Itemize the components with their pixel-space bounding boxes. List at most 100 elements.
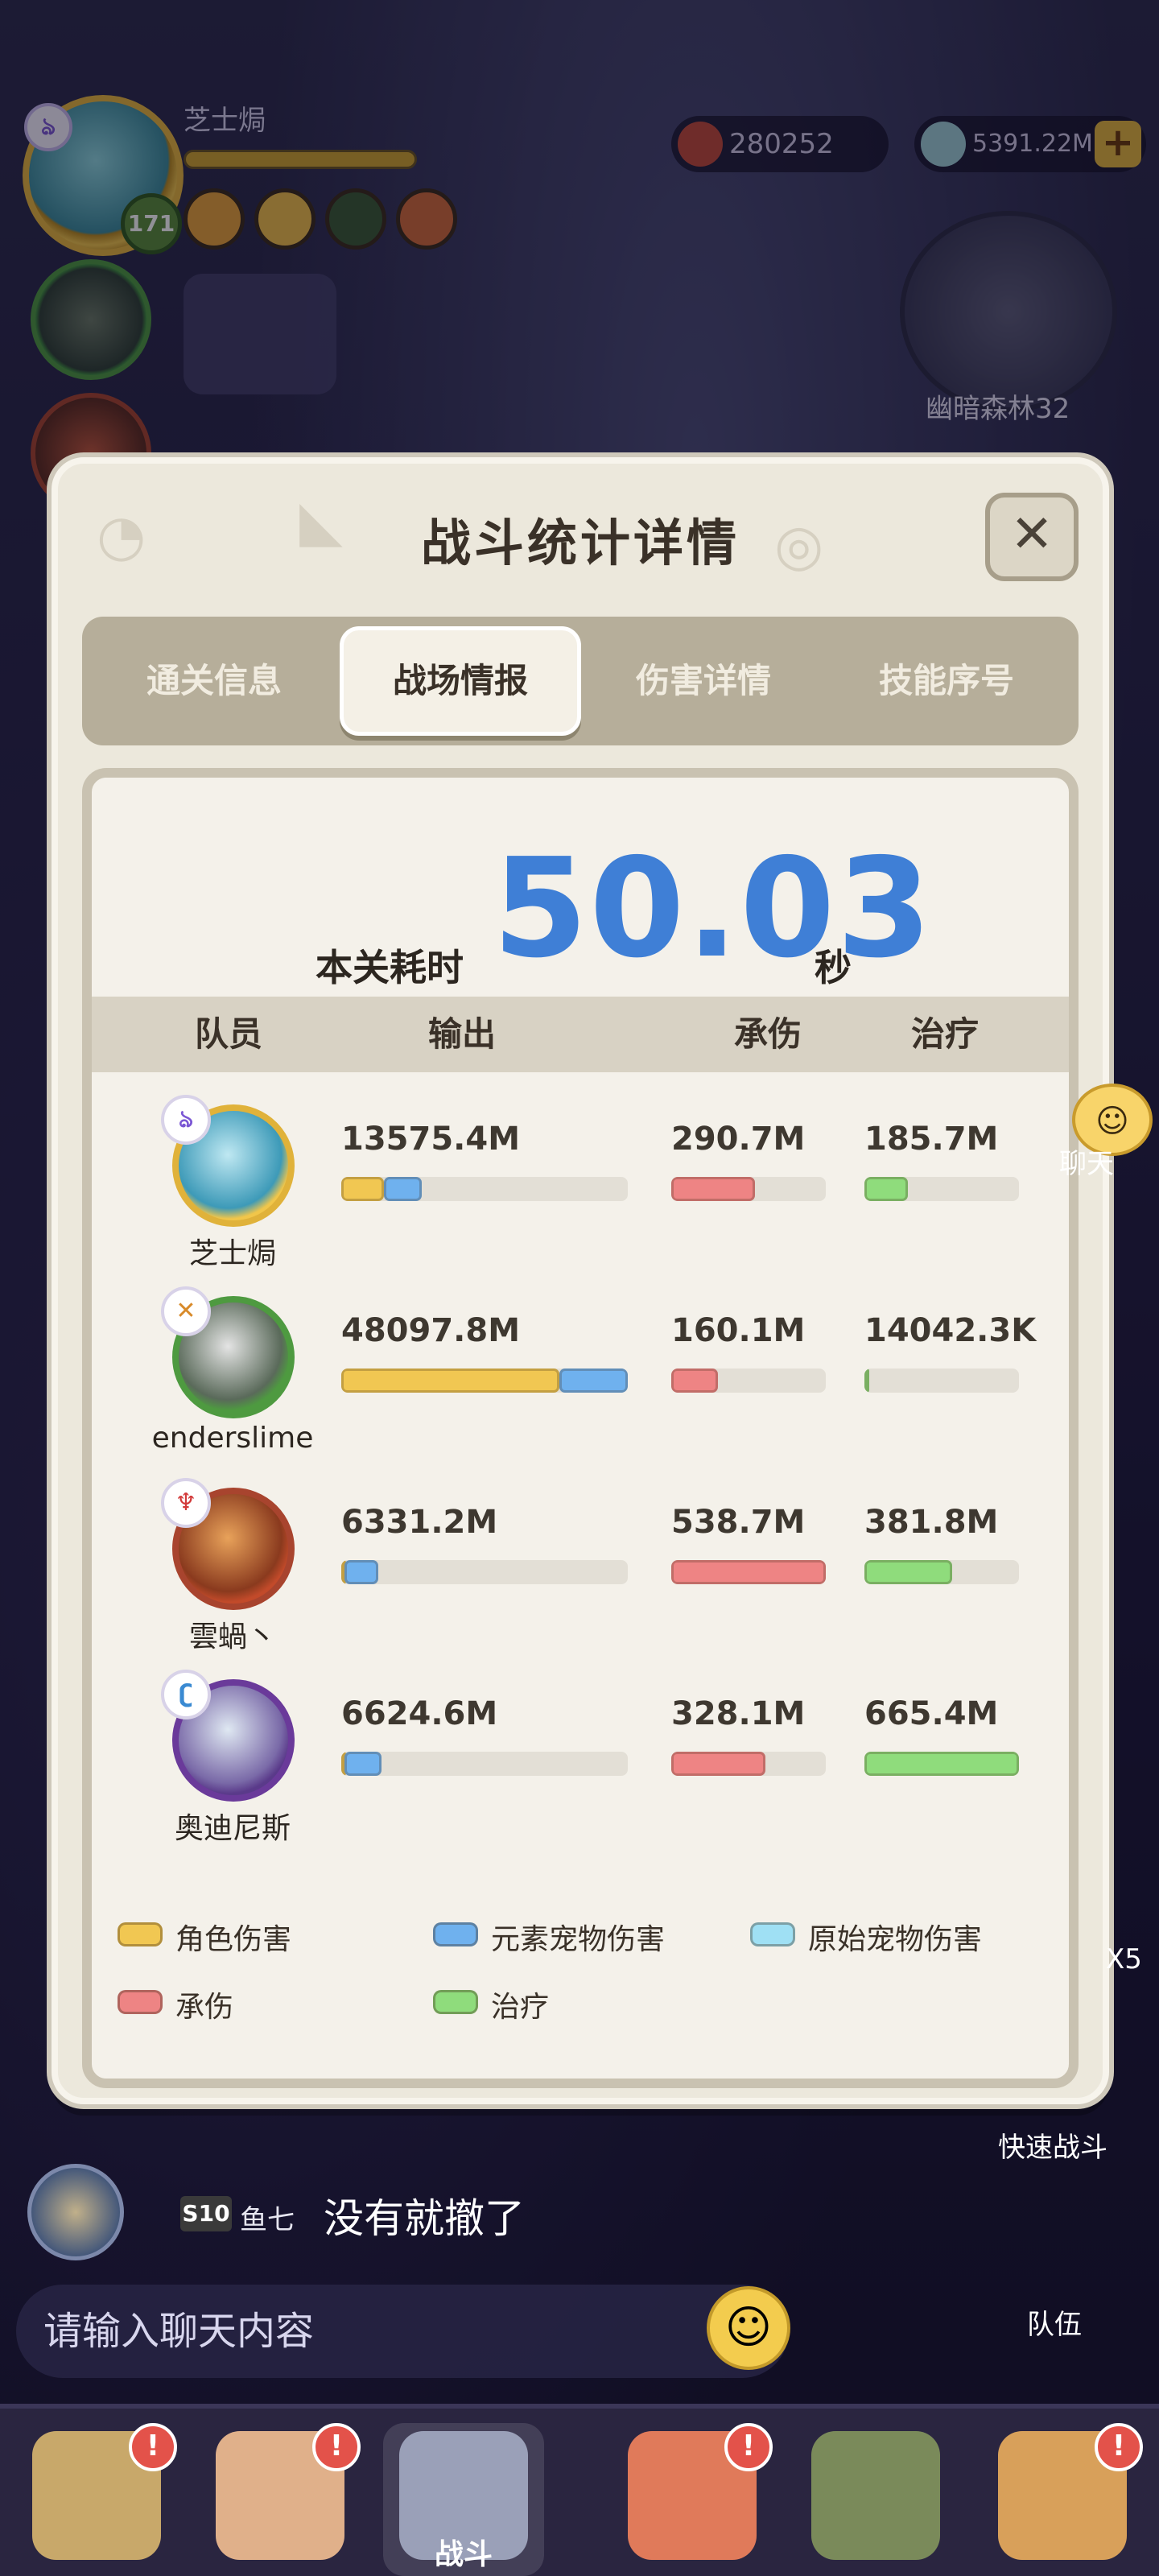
- chat-user-name: 鱼七: [240, 2204, 295, 2236]
- quick-battle-label[interactable]: 快速战斗: [998, 2125, 1107, 2165]
- member-name: 芝士焗: [188, 1237, 276, 1270]
- legend-swatch-role: [118, 1922, 163, 1946]
- earth-element-icon: ✕: [161, 1286, 211, 1336]
- emoji-button[interactable]: ☺: [707, 2286, 790, 2370]
- legend-swatch-heal: [433, 1990, 478, 2014]
- member-name: 雲蝸丶: [188, 1620, 276, 1653]
- column-member: 队员: [194, 1014, 262, 1054]
- nav-pet[interactable]: !: [612, 2423, 773, 2576]
- bottom-nav: ! ! 战斗 ! !: [0, 2404, 1159, 2576]
- healing-fill: [864, 1752, 1019, 1776]
- output-bar: [341, 1752, 628, 1776]
- notification-badge: !: [1095, 2423, 1143, 2471]
- damage-taken-bar: [671, 1368, 826, 1393]
- member-row: ♆ 雲蝸丶 6331.2M 538.7M 381.8M: [92, 1475, 1069, 1666]
- legend-label-element-pet: 元素宠物伤害: [491, 1923, 666, 1956]
- damage-taken-fill: [671, 1177, 755, 1201]
- element-pet-damage-fill: [384, 1177, 422, 1201]
- damage-taken-fill: [671, 1368, 718, 1393]
- member-row: ✕ enderslime 48097.8M 160.1M 14042.3K: [92, 1283, 1069, 1475]
- wind-element-icon: ঌ: [161, 1095, 211, 1145]
- smiley-icon: ☺: [724, 2301, 773, 2354]
- nav-totem[interactable]: !: [982, 2423, 1143, 2576]
- chat-user-rank: S10: [180, 2196, 232, 2231]
- tab-bar: 通关信息 战场情报 伤害详情 技能序号: [82, 617, 1079, 745]
- team-label[interactable]: 队伍: [1027, 2302, 1082, 2342]
- chat-user-avatar[interactable]: [27, 2164, 124, 2260]
- column-output: 输出: [427, 1014, 496, 1054]
- time-unit: 秒: [815, 946, 852, 989]
- nav-battle-label: 战斗: [434, 2538, 493, 2571]
- nav-camp[interactable]: [795, 2423, 956, 2576]
- element-pet-damage-fill: [344, 1752, 382, 1776]
- healing-value: 185.7M: [864, 1121, 999, 1158]
- modal-header: ◔ ◣ ◎ 战斗统计详情 ✕: [58, 464, 1103, 617]
- time-value: 50.03: [493, 829, 934, 989]
- role-damage-fill: [341, 1177, 385, 1201]
- damage-taken-bar: [671, 1560, 826, 1584]
- legend-swatch-element-pet: [433, 1922, 478, 1946]
- tab-clear-info[interactable]: 通关信息: [93, 626, 335, 736]
- output-value: 13575.4M: [341, 1121, 520, 1158]
- output-value: 6624.6M: [341, 1695, 498, 1732]
- legend-label-original-pet: 原始宠物伤害: [808, 1923, 983, 1956]
- modal-title: 战斗统计详情: [420, 514, 740, 572]
- healing-fill: [864, 1177, 908, 1201]
- battle-stats-modal: ◔ ◣ ◎ 战斗统计详情 ✕ 通关信息 战场情报 伤害详情 技能序号 本关耗时 …: [52, 457, 1109, 2104]
- healing-value: 381.8M: [864, 1504, 999, 1541]
- element-pet-damage-fill: [559, 1368, 628, 1393]
- healing-value: 14042.3K: [864, 1312, 1037, 1349]
- nav-tribe[interactable]: !: [16, 2423, 177, 2576]
- healing-bar: [864, 1560, 1019, 1584]
- legend-label-heal: 治疗: [491, 1991, 550, 2024]
- damage-taken-fill: [671, 1560, 826, 1584]
- water-element-icon: ʗ: [161, 1670, 211, 1719]
- role-damage-fill: [341, 1368, 559, 1393]
- output-value: 6331.2M: [341, 1504, 498, 1541]
- stats-panel: 本关耗时 50.03 秒 队员 输出 承伤 治疗 ঌ 芝士焗 13575.4M …: [82, 768, 1079, 2088]
- healing-bar: [864, 1368, 1019, 1393]
- member-row: ঌ 芝士焗 13575.4M 290.7M 185.7M: [92, 1092, 1069, 1283]
- output-value: 48097.8M: [341, 1312, 520, 1349]
- damage-taken-value: 328.1M: [671, 1695, 806, 1732]
- notification-badge: !: [129, 2423, 177, 2471]
- column-healing: 治疗: [910, 1014, 979, 1054]
- member-row: ʗ 奥迪尼斯 6624.6M 328.1M 665.4M: [92, 1666, 1069, 1858]
- tab-battle-intel[interactable]: 战场情报: [340, 626, 581, 736]
- element-pet-damage-fill: [344, 1560, 379, 1584]
- healing-fill: [864, 1560, 953, 1584]
- damage-taken-bar: [671, 1177, 826, 1201]
- damage-taken-value: 538.7M: [671, 1504, 806, 1541]
- camp-icon: [811, 2431, 940, 2560]
- healing-fill: [864, 1368, 869, 1393]
- damage-taken-bar: [671, 1752, 826, 1776]
- legend-swatch-taken: [118, 1990, 163, 2014]
- time-label: 本关耗时: [316, 946, 464, 989]
- member-name: enderslime: [151, 1422, 314, 1455]
- nav-hero[interactable]: !: [200, 2423, 361, 2576]
- x5-label: X5: [1106, 1943, 1142, 1975]
- healing-value: 665.4M: [864, 1695, 999, 1732]
- member-name: 奥迪尼斯: [174, 1812, 291, 1845]
- output-bar: [341, 1560, 628, 1584]
- output-bar: [341, 1177, 628, 1201]
- close-button[interactable]: ✕: [985, 493, 1079, 581]
- table-header: 队员 输出 承伤 治疗: [92, 997, 1069, 1072]
- healing-bar: [864, 1177, 1019, 1201]
- damage-taken-value: 160.1M: [671, 1312, 806, 1349]
- output-bar: [341, 1368, 628, 1393]
- fire-element-icon: ♆: [161, 1478, 211, 1528]
- legend-label-taken: 承伤: [175, 1991, 234, 2024]
- healing-bar: [864, 1752, 1019, 1776]
- close-icon: ✕: [1010, 505, 1054, 564]
- column-damage-taken: 承伤: [733, 1014, 802, 1054]
- tab-damage-details[interactable]: 伤害详情: [583, 626, 824, 736]
- damage-taken-fill: [671, 1752, 766, 1776]
- tab-skill-order[interactable]: 技能序号: [826, 626, 1067, 736]
- notification-badge: !: [724, 2423, 773, 2471]
- chat-bubble-label: 聊天: [1059, 1148, 1114, 1180]
- legend-swatch-original-pet: [750, 1922, 795, 1946]
- nav-battle[interactable]: 战斗: [383, 2423, 544, 2576]
- damage-taken-value: 290.7M: [671, 1121, 806, 1158]
- chat-input[interactable]: 请输入聊天内容: [16, 2285, 789, 2378]
